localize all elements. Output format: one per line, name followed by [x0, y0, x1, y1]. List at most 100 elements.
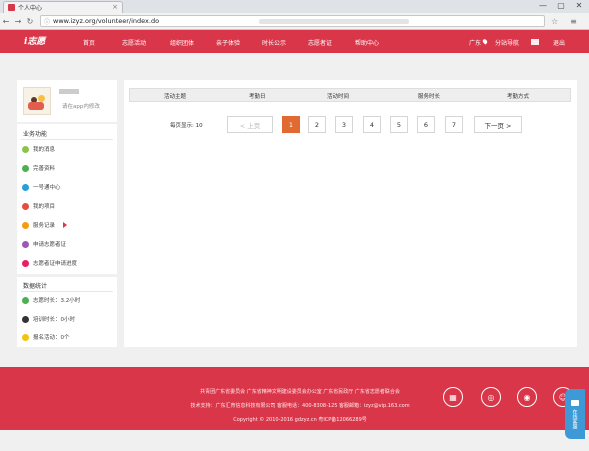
- site-footer: 共青团广东省委员会 广东省精神文明建设委员会办公室 广东省民政厅 广东省志愿者联…: [0, 367, 589, 430]
- logout-link[interactable]: 退出: [553, 38, 565, 47]
- column-header: 活动时间: [327, 94, 350, 100]
- menu-item-id-center[interactable]: 一号通中心: [22, 182, 61, 192]
- nav-item-hours[interactable]: 时长公示: [262, 38, 286, 47]
- pagination: 每页显示: 10 < 上页 1 2 3 4 5 6 7 下一页 >: [124, 116, 577, 134]
- divider: [21, 291, 113, 292]
- stat-training-hours: 培训时长：0小时: [22, 314, 75, 324]
- online-service-label: 在线客服: [571, 408, 578, 429]
- menu-item-label: 我的项目: [33, 204, 56, 210]
- nav-item-help[interactable]: 帮助中心: [355, 38, 379, 47]
- bookmark-star-icon[interactable]: ☆: [551, 17, 558, 26]
- column-header: 考勤方式: [507, 94, 530, 100]
- divider: [21, 139, 113, 140]
- column-header: 活动主题: [164, 94, 187, 100]
- online-service-tab[interactable]: 在线客服: [565, 389, 585, 439]
- page-bottom: [0, 430, 589, 451]
- menu-item-messages[interactable]: 我的消息: [22, 144, 55, 154]
- nav-item-organizations[interactable]: 组织团体: [170, 38, 194, 47]
- apply-icon: [22, 240, 29, 248]
- nav-item-activities[interactable]: 志愿活动: [122, 38, 146, 47]
- stat-label: 培训时长：0小时: [33, 317, 75, 323]
- page-info-icon[interactable]: ⓘ: [44, 17, 50, 26]
- prev-page-button[interactable]: < 上页: [227, 116, 273, 133]
- message-icon: [22, 145, 29, 153]
- nav-item-family[interactable]: 亲子体验: [216, 38, 240, 47]
- site-logo[interactable]: i志愿: [24, 34, 45, 47]
- profile-hint: 请在app内修改: [62, 104, 100, 110]
- page-button-2[interactable]: 2: [308, 116, 326, 133]
- maximize-icon[interactable]: ▢: [555, 1, 567, 10]
- menu-item-apply-certificate[interactable]: 申请志愿者证: [22, 239, 66, 249]
- page-button-5[interactable]: 5: [390, 116, 408, 133]
- browser-tab[interactable]: 个人中心 ×: [3, 1, 123, 13]
- avatar[interactable]: [23, 87, 51, 115]
- weibo-icon[interactable]: ◉: [517, 387, 537, 407]
- menu-item-profile[interactable]: 完善资料: [22, 163, 55, 173]
- footer-support: 技术支持：广东汇育信息科技有限公司 客服电话：400-8308-125 客服邮箱…: [190, 403, 410, 409]
- progress-icon: [22, 259, 29, 267]
- menu-item-certificate-progress[interactable]: 志愿者证申请进度: [22, 258, 77, 268]
- site-header: i志愿 首页 志愿活动 组织团体 亲子体验 时长公示 志愿者证 帮助中心 广东 …: [0, 30, 589, 53]
- column-header: 考勤日: [249, 94, 266, 100]
- stat-volunteer-hours: 志愿时长：3.2小时: [22, 295, 80, 305]
- browser-tabbar: 个人中心 × — ▢ ✕: [0, 0, 589, 13]
- page-button-1[interactable]: 1: [282, 116, 300, 133]
- minimize-icon[interactable]: —: [537, 1, 549, 10]
- wechat-icon[interactable]: ◎: [481, 387, 501, 407]
- tab-title: 个人中心: [18, 5, 43, 12]
- nav-item-certificate[interactable]: 志愿者证: [308, 38, 332, 47]
- menu-item-service-record[interactable]: 服务记录: [22, 220, 68, 230]
- next-page-button[interactable]: 下一页 >: [474, 116, 522, 133]
- address-bar: ← → ↻ ⓘ www.izyz.org/volunteer/index.do …: [0, 13, 589, 30]
- back-icon[interactable]: ←: [0, 17, 12, 26]
- per-page-label: 每页显示: 10: [170, 123, 203, 129]
- clock-icon: [22, 296, 29, 304]
- site-nav-link[interactable]: 分站导航: [495, 38, 519, 47]
- avatar-body: [28, 102, 44, 110]
- site-favicon-icon: [8, 4, 15, 11]
- project-icon: [22, 202, 29, 210]
- chat-icon: [571, 399, 579, 406]
- url-text: www.izyz.org/volunteer/index.do: [53, 17, 160, 25]
- location-pin-icon: [481, 38, 489, 45]
- browser-menu-icon[interactable]: ≡: [570, 17, 577, 26]
- stat-signups: 报名活动：0个: [22, 332, 70, 342]
- functions-panel: 业务功能 我的消息 完善资料 一号通中心 我的项目 服务记录 申请志愿者证 志愿…: [17, 124, 117, 274]
- url-title-blur: [259, 18, 410, 24]
- close-window-icon[interactable]: ✕: [573, 1, 585, 10]
- menu-item-label: 一号通中心: [33, 185, 61, 191]
- table-header: 活动主题 考勤日 活动时间 服务时长 考勤方式: [129, 88, 571, 102]
- menu-item-label: 志愿者证申请进度: [33, 261, 78, 267]
- avatar-sun: [38, 95, 45, 102]
- menu-item-label: 完善资料: [33, 166, 56, 172]
- record-icon: [22, 221, 29, 229]
- user-avatar-icon[interactable]: [531, 39, 539, 45]
- window-controls: — ▢ ✕: [537, 1, 585, 10]
- profile-icon: [22, 164, 29, 172]
- column-header: 服务时长: [418, 94, 441, 100]
- forward-icon[interactable]: →: [12, 17, 24, 26]
- id-icon: [22, 183, 29, 191]
- service-record-panel: 活动主题 考勤日 活动时间 服务时长 考勤方式 每页显示: 10 < 上页 1 …: [124, 80, 577, 347]
- stat-label: 报名活动：0个: [33, 335, 70, 341]
- menu-item-projects[interactable]: 我的项目: [22, 201, 55, 211]
- footer-organizers: 共青团广东省委员会 广东省精神文明建设委员会办公室 广东省民政厅 广东省志愿者联…: [200, 389, 400, 395]
- active-arrow-icon: [63, 222, 68, 228]
- username-blurred: [59, 89, 79, 94]
- menu-item-label: 申请志愿者证: [33, 242, 67, 248]
- menu-item-label: 服务记录: [33, 223, 56, 229]
- page-button-4[interactable]: 4: [363, 116, 381, 133]
- nav-item-home[interactable]: 首页: [83, 38, 95, 47]
- profile-card: 请在app内修改: [17, 80, 117, 122]
- menu-item-label: 我的消息: [33, 147, 56, 153]
- page-button-7[interactable]: 7: [445, 116, 463, 133]
- url-input[interactable]: ⓘ www.izyz.org/volunteer/index.do: [40, 15, 545, 27]
- page-button-6[interactable]: 6: [417, 116, 435, 133]
- stats-panel: 数据统计 志愿时长：3.2小时 培训时长：0小时 报名活动：0个: [17, 277, 117, 347]
- reload-icon[interactable]: ↻: [24, 17, 36, 26]
- tab-close-icon[interactable]: ×: [112, 3, 118, 11]
- page-button-3[interactable]: 3: [335, 116, 353, 133]
- shop-icon[interactable]: ▦: [443, 387, 463, 407]
- footer-copyright: Copyright © 2010-2016 gdzyz.cn 粤ICP备1206…: [233, 417, 367, 423]
- region-label[interactable]: 广东: [469, 38, 481, 47]
